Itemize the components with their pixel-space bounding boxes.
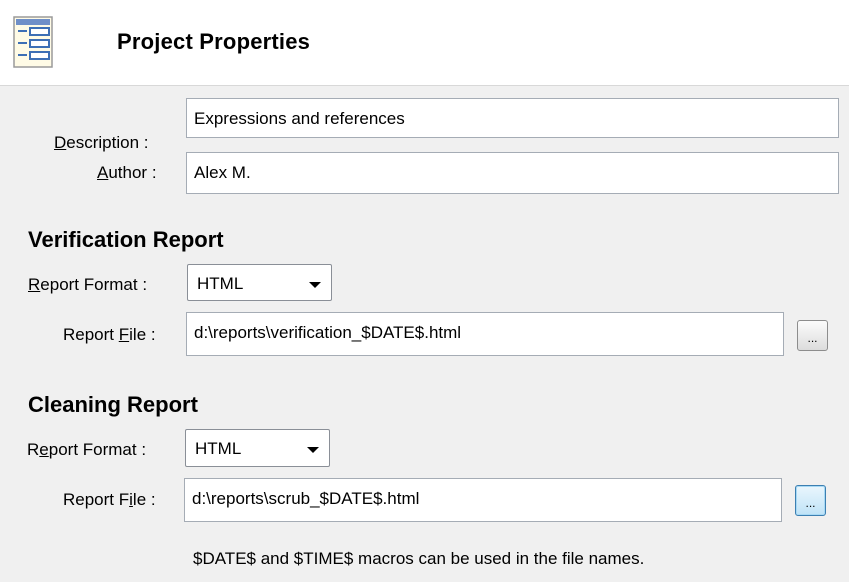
verification-format-label: Report Format : xyxy=(28,275,147,295)
description-field[interactable]: Expressions and references xyxy=(186,98,839,138)
description-label-rest: escription : xyxy=(66,133,149,152)
chevron-down-icon xyxy=(309,282,321,288)
cleaning-format-label-pre: R xyxy=(27,440,40,459)
cleaning-browse-button[interactable]: ... xyxy=(795,485,826,516)
author-field[interactable]: Alex M. xyxy=(186,152,839,194)
cleaning-section-title: Cleaning Report xyxy=(28,392,198,417)
verification-format-label-rest: eport Format : xyxy=(40,275,148,294)
description-label-accel: D xyxy=(54,133,67,152)
properties-list-icon xyxy=(13,16,53,68)
cleaning-file-label: Report File : xyxy=(63,490,156,510)
verification-file-label: Report File : xyxy=(63,325,156,345)
cleaning-format-label: Report Format : xyxy=(27,440,146,460)
verification-format-select[interactable]: HTML xyxy=(187,264,332,301)
verification-format-value: HTML xyxy=(197,274,244,293)
author-label: Author : xyxy=(97,163,157,183)
verification-file-label-post: ile : xyxy=(129,325,156,344)
author-label-accel: A xyxy=(97,163,109,182)
verification-section-title: Verification Report xyxy=(28,227,224,252)
description-label: Description : xyxy=(54,133,148,153)
cleaning-file-label-pre: Report F xyxy=(63,490,130,509)
cleaning-format-select[interactable]: HTML xyxy=(185,429,330,467)
chevron-down-icon xyxy=(307,447,319,453)
cleaning-file-label-post: le : xyxy=(132,490,156,509)
verification-format-label-accel: R xyxy=(28,275,41,294)
page-title: Project Properties xyxy=(117,29,311,54)
cleaning-format-label-accel: e xyxy=(39,440,49,459)
author-label-rest: uthor : xyxy=(108,163,157,182)
cleaning-format-value: HTML xyxy=(195,439,242,458)
macros-hint: $DATE$ and $TIME$ macros can be used in … xyxy=(193,549,645,568)
cleaning-format-label-post: port Format : xyxy=(48,440,147,459)
dialog-header: Project Properties xyxy=(0,0,849,86)
cleaning-file-field[interactable]: d:\reports\scrub_$DATE$.html xyxy=(184,478,782,522)
verification-browse-button[interactable]: ... xyxy=(797,320,828,351)
verification-file-label-accel: F xyxy=(118,325,130,344)
verification-file-field[interactable]: d:\reports\verification_$DATE$.html xyxy=(186,312,784,356)
verification-file-label-pre: Report xyxy=(63,325,119,344)
